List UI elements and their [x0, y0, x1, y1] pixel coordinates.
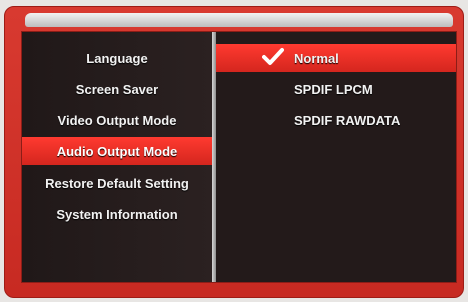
settings-window-frame: Language Screen Saver Video Output Mode …: [4, 6, 464, 298]
option-spdif-lpcm[interactable]: SPDIF LPCM: [216, 75, 456, 103]
audio-output-options: Normal SPDIF LPCM SPDIF RAWDATA: [216, 32, 456, 282]
settings-menu: Language Screen Saver Video Output Mode …: [22, 32, 212, 282]
window-top-bar: [25, 13, 453, 27]
menu-item-label: Restore Default Setting: [45, 175, 189, 191]
settings-panel: Language Screen Saver Video Output Mode …: [21, 31, 457, 283]
menu-item-language[interactable]: Language: [22, 44, 212, 72]
menu-item-system-information[interactable]: System Information: [22, 200, 212, 228]
option-normal[interactable]: Normal: [216, 44, 456, 72]
menu-item-audio-output-mode[interactable]: Audio Output Mode: [22, 137, 212, 165]
menu-item-label: Video Output Mode: [57, 112, 177, 128]
option-label: Normal: [294, 50, 339, 66]
option-label: SPDIF RAWDATA: [294, 112, 401, 128]
checkmark-icon: [262, 48, 284, 65]
menu-item-restore-default-setting[interactable]: Restore Default Setting: [22, 169, 212, 197]
option-label: SPDIF LPCM: [294, 81, 373, 97]
menu-item-label: Screen Saver: [75, 81, 159, 97]
menu-item-label: System Information: [56, 206, 178, 222]
menu-item-video-output-mode[interactable]: Video Output Mode: [22, 106, 212, 134]
option-spdif-rawdata[interactable]: SPDIF RAWDATA: [216, 106, 456, 134]
menu-item-label: Audio Output Mode: [56, 143, 178, 159]
menu-item-label: Language: [86, 50, 148, 66]
menu-item-screen-saver[interactable]: Screen Saver: [22, 75, 212, 103]
